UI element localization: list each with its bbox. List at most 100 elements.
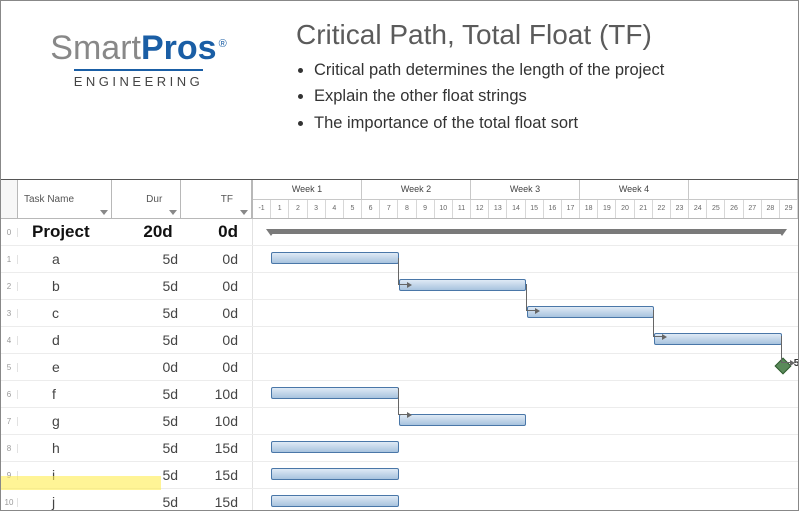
cell-duration: 5d (134, 251, 192, 267)
page-title: Critical Path, Total Float (TF) (296, 19, 778, 51)
row-cells: j5d15d (18, 489, 252, 510)
col-task-name-label: Task Name (24, 194, 74, 205)
task-bar[interactable] (271, 468, 399, 480)
task-bar[interactable] (271, 441, 399, 453)
cell-duration: 20d (123, 222, 187, 242)
day-cell: 9 (417, 200, 435, 219)
chevron-down-icon (100, 210, 108, 215)
cell-duration: 5d (134, 440, 192, 456)
week-cell: Week 4 (580, 180, 689, 199)
col-total-float-label: TF (221, 194, 233, 205)
bullet-item: Explain the other float strings (314, 83, 778, 109)
brand-subtitle: ENGINEERING (74, 69, 204, 89)
task-bar[interactable] (271, 495, 399, 507)
slide: SmartPros® ENGINEERING Critical Path, To… (0, 0, 799, 511)
day-cell: 3 (308, 200, 326, 219)
day-cell: 6 (362, 200, 380, 219)
week-cell: Week 2 (362, 180, 471, 199)
day-cell: 28 (762, 200, 780, 219)
day-cell: 14 (507, 200, 525, 219)
timeline-header: Week 1Week 2Week 3Week 4 -11234567891011… (252, 180, 798, 218)
col-task-name[interactable]: Task Name (18, 180, 112, 218)
day-cell: 29 (780, 200, 798, 219)
cell-task-name: c (18, 305, 134, 321)
cell-task-name: j (18, 494, 134, 510)
task-bar[interactable] (271, 387, 399, 399)
cell-duration: 0d (134, 359, 192, 375)
summary-row[interactable]: 0Project20d0d (1, 219, 798, 246)
cell-duration: 5d (134, 278, 192, 294)
day-cell: 17 (562, 200, 580, 219)
table-row[interactable]: 1a5d0d (1, 246, 798, 273)
task-bar[interactable] (399, 414, 527, 426)
day-cell: 15 (526, 200, 544, 219)
cell-task-name: a (18, 251, 134, 267)
row-cells: b5d0d (18, 273, 252, 299)
cell-total-float: 15d (192, 494, 252, 510)
day-cell: 19 (598, 200, 616, 219)
cell-task-name: d (18, 332, 134, 348)
day-cell: 10 (435, 200, 453, 219)
brand-word-1: Smart (50, 29, 141, 67)
cell-total-float: 0d (187, 222, 252, 242)
day-cell: 16 (544, 200, 562, 219)
day-row: -112345678910111213141516171819202122232… (253, 200, 798, 219)
col-duration[interactable]: Dur (112, 180, 181, 218)
row-index: 0 (1, 228, 18, 237)
table-row[interactable]: 5e0d0d 5/17 (1, 354, 798, 381)
gantt-body: 0Project20d0d1a5d0d2b5d0d3c5d0d4d5d0d5e0… (1, 219, 798, 510)
task-bar[interactable] (527, 306, 655, 318)
gantt-cell (252, 219, 798, 245)
gantt-cell (252, 273, 798, 299)
col-duration-label: Dur (146, 194, 162, 205)
cell-total-float: 10d (192, 413, 252, 429)
row-index: 1 (1, 255, 18, 264)
row-index: 5 (1, 363, 18, 372)
day-cell: 2 (289, 200, 307, 219)
day-cell: 8 (398, 200, 416, 219)
gantt-cell (252, 300, 798, 326)
cell-duration: 5d (134, 332, 192, 348)
row-cells: g5d10d (18, 408, 252, 434)
task-bar[interactable] (271, 252, 399, 264)
cell-task-name: b (18, 278, 134, 294)
table-row[interactable]: 8h5d15d (1, 435, 798, 462)
table-row[interactable]: 10j5d15d (1, 489, 798, 510)
gantt-cell (252, 489, 798, 510)
col-total-float[interactable]: TF (181, 180, 252, 218)
cell-task-name: Project (18, 222, 123, 242)
gantt-cell (252, 381, 798, 407)
day-cell: 12 (471, 200, 489, 219)
table-row[interactable]: 7g5d10d (1, 408, 798, 435)
milestone-label: 5/17 (794, 358, 798, 369)
table-row[interactable]: 2b5d0d (1, 273, 798, 300)
cell-total-float: 10d (192, 386, 252, 402)
cell-duration: 5d (134, 413, 192, 429)
gantt-cell (252, 246, 798, 272)
row-cells: e0d0d (18, 354, 252, 380)
milestone-icon[interactable] (774, 358, 791, 375)
task-bar[interactable] (654, 333, 782, 345)
summary-bar[interactable] (271, 229, 782, 234)
day-cell: 25 (707, 200, 725, 219)
gantt-cell (252, 327, 798, 353)
day-cell: 1 (271, 200, 289, 219)
table-row[interactable]: 4d5d0d (1, 327, 798, 354)
week-cell: Week 3 (471, 180, 580, 199)
table-row[interactable]: 3c5d0d (1, 300, 798, 327)
row-index: 4 (1, 336, 18, 345)
cell-duration: 5d (134, 305, 192, 321)
day-cell: 24 (689, 200, 707, 219)
cell-total-float: 15d (192, 467, 252, 483)
day-cell: 13 (489, 200, 507, 219)
gantt-cell: 5/17 (252, 354, 798, 380)
cell-duration: 5d (134, 386, 192, 402)
bullet-item: The importance of the total float sort (314, 110, 778, 136)
cell-total-float: 0d (192, 332, 252, 348)
task-bar[interactable] (399, 279, 527, 291)
header: SmartPros® ENGINEERING Critical Path, To… (1, 1, 798, 136)
table-row[interactable]: 6f5d10d (1, 381, 798, 408)
day-cell: 11 (453, 200, 471, 219)
cell-total-float: 0d (192, 278, 252, 294)
row-index: 6 (1, 390, 18, 399)
